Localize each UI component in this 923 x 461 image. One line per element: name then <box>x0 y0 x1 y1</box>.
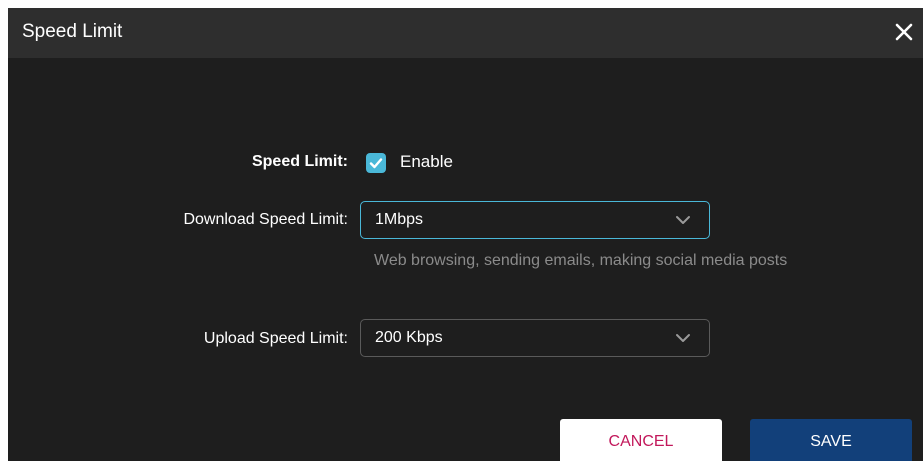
dialog-title: Speed Limit <box>22 21 123 42</box>
speed-limit-enable-checkbox[interactable] <box>366 153 386 173</box>
cancel-button[interactable]: CANCEL <box>560 419 722 461</box>
speed-limit-label: Speed Limit: <box>251 153 348 170</box>
download-speed-select[interactable]: 1Mbps <box>360 201 710 239</box>
download-speed-limit-label: Download Speed Limit: <box>183 211 348 228</box>
upload-speed-limit-label: Upload Speed Limit: <box>203 330 348 347</box>
dialog-title-bar: Speed Limit <box>8 8 923 58</box>
speed-limit-dialog: Speed Limit Speed Limit: Enable Download… <box>8 8 923 461</box>
save-button[interactable]: SAVE <box>750 419 912 461</box>
chevron-down-icon <box>675 332 691 344</box>
chevron-down-icon <box>675 214 691 226</box>
close-icon <box>895 23 913 41</box>
upload-speed-select[interactable]: 200 Kbps <box>360 319 710 357</box>
download-speed-hint: Web browsing, sending emails, making soc… <box>374 252 788 269</box>
download-speed-value: 1Mbps <box>375 211 424 228</box>
upload-speed-value: 200 Kbps <box>375 329 443 346</box>
checkmark-icon <box>369 158 383 169</box>
enable-label[interactable]: Enable <box>400 152 453 172</box>
close-button[interactable] <box>889 17 919 47</box>
